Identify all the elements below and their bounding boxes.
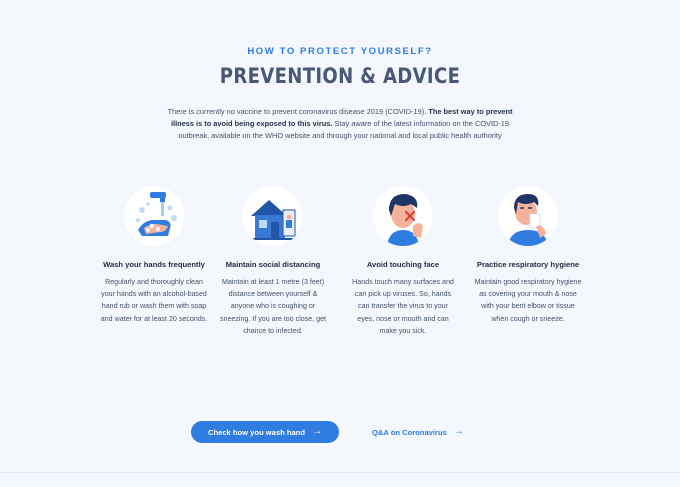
card-avoid-touching-face: Avoid touching face Hands touch many sur… [344, 186, 462, 337]
check-hand-wash-label: Check how you wash hand [207, 427, 306, 437]
card-text: Regularly and thoroughly clean your hand… [100, 278, 208, 323]
card-title: Avoid touching face [366, 260, 440, 269]
intro-paragraph: There is currently no vaccine to prevent… [165, 106, 515, 143]
house-distancing-icon [243, 186, 303, 246]
intro-lead: There is currently no vaccine to prevent… [167, 107, 427, 116]
card-title: Maintain social distancing [225, 260, 321, 269]
card-text: Maintain at least 1 metre (3 feet) dista… [219, 278, 327, 335]
card-social-distancing: Maintain social distancing Maintain at l… [214, 186, 332, 337]
prevention-cards: Wash your hands frequently Regularly and… [95, 186, 590, 346]
handwash-icon [124, 186, 184, 246]
sneeze-tissue-icon [498, 186, 558, 246]
no-touch-face-icon [373, 186, 433, 246]
card-title: Practice respiratory hygiene [476, 260, 580, 269]
card-respiratory-hygiene: Practice respiratory hygiene Maintain go… [469, 186, 587, 325]
page-title: PREVENTION & ADVICE [219, 64, 461, 88]
card-title: Wash your hands frequently [103, 260, 205, 269]
card-text: Maintain good respiratory hygiene as cov… [474, 278, 582, 323]
qa-coronavirus-label: Q&A on Coronavirus [372, 427, 447, 437]
qa-coronavirus-link[interactable]: Q&A on Coronavirus → [372, 421, 464, 443]
arrow-right-icon: → [453, 426, 464, 437]
card-wash-hands: Wash your hands frequently Regularly and… [95, 186, 213, 325]
section-divider [0, 472, 680, 473]
check-hand-wash-button[interactable]: Check how you wash hand → [191, 421, 339, 443]
section-eyebrow: HOW TO PROTECT YOURSELF? [247, 46, 433, 57]
arrow-right-icon: → [312, 426, 323, 437]
card-text: Hands touch many surfaces and can pick u… [352, 278, 454, 335]
